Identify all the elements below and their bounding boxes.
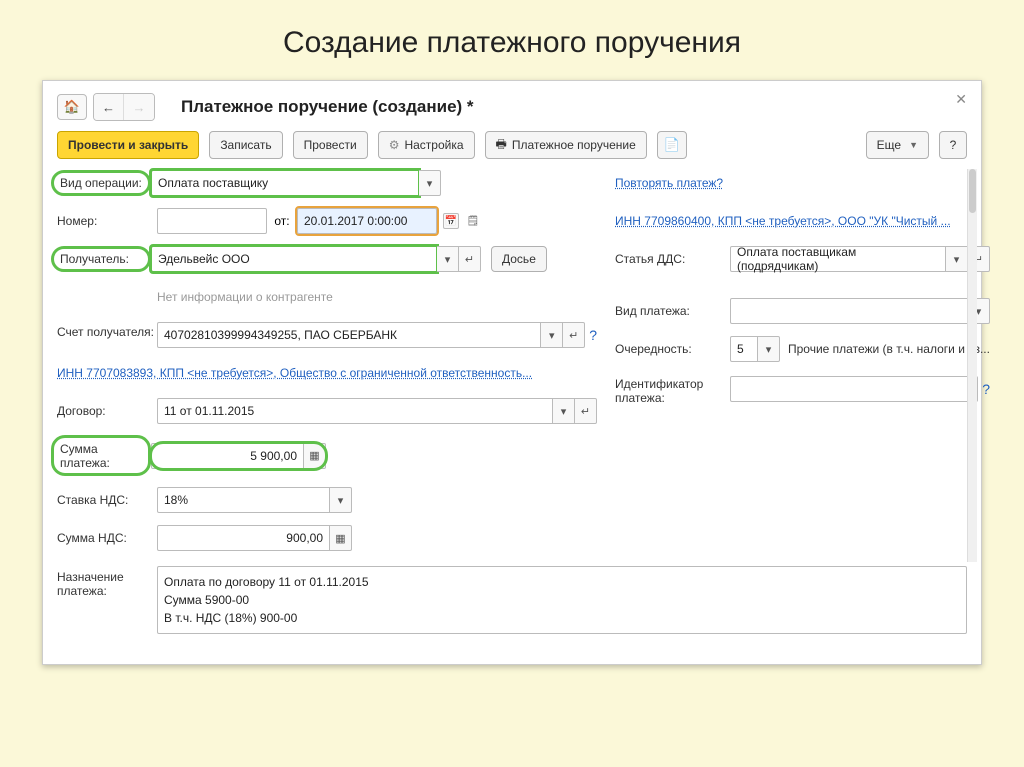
- contract-dropdown[interactable]: ▾: [553, 398, 575, 424]
- post-and-close-button[interactable]: Провести и закрыть: [57, 131, 199, 159]
- payment-id-input[interactable]: [730, 376, 978, 402]
- recipient-open[interactable]: ↵: [459, 246, 481, 272]
- page-heading: Создание платежного поручения: [0, 0, 1024, 80]
- toolbar: Провести и закрыть Записать Провести ⚙ Н…: [57, 131, 967, 159]
- purpose-textarea[interactable]: Оплата по договору 11 от 01.11.2015 Сумм…: [157, 566, 967, 634]
- more-label: Еще: [877, 138, 901, 152]
- priority-label: Очередность:: [615, 342, 730, 356]
- help-button[interactable]: ?: [939, 131, 967, 159]
- recipient-input[interactable]: Эдельвейс ООО: [151, 246, 437, 272]
- nav-history-group: ← →: [93, 93, 155, 121]
- recipient-account-label: Счет получателя:: [57, 321, 157, 339]
- calendar-icon[interactable]: 📅: [443, 213, 459, 229]
- recipient-account-dropdown[interactable]: ▾: [541, 322, 563, 348]
- more-button[interactable]: Еще ▼: [866, 131, 929, 159]
- scrollbar-thumb[interactable]: [969, 169, 976, 213]
- recipient-label: Получатель:: [51, 246, 151, 272]
- app-window: ✕ 🏠 ← → Платежное поручение (создание) *…: [42, 80, 982, 665]
- purpose-line-2: Сумма 5900-00: [164, 591, 960, 609]
- forward-button[interactable]: →: [124, 94, 154, 120]
- inn-link[interactable]: ИНН 7709860400, КПП <не требуется>, ООО …: [615, 214, 951, 228]
- recipient-account-open[interactable]: ↵: [563, 322, 585, 348]
- amount-input[interactable]: 5 900,00: [151, 443, 304, 469]
- date-input[interactable]: 20.01.2017 0:00:00: [297, 208, 437, 234]
- scrollbar-track[interactable]: [967, 169, 977, 562]
- nav-bar: 🏠 ← → Платежное поручение (создание) *: [57, 93, 967, 121]
- priority-input[interactable]: 5: [730, 336, 758, 362]
- recipient-account-help[interactable]: ?: [589, 327, 597, 343]
- priority-description: Прочие платежи (в т.ч. налоги и вз...: [788, 342, 990, 356]
- number-input[interactable]: [157, 208, 267, 234]
- op-type-dropdown[interactable]: ▾: [419, 170, 441, 196]
- right-column: Повторять платеж? ИНН 7709860400, КПП <н…: [615, 169, 990, 562]
- close-icon[interactable]: ✕: [955, 91, 967, 108]
- contract-input[interactable]: 11 от 01.11.2015: [157, 398, 553, 424]
- settings-label: Настройка: [404, 138, 463, 152]
- window-title: Платежное поручение (создание) *: [181, 97, 474, 117]
- contract-open[interactable]: ↵: [575, 398, 597, 424]
- contract-label: Договор:: [57, 404, 157, 418]
- from-label: от:: [267, 214, 297, 228]
- recipient-account-input[interactable]: 40702810399994349255, ПАО СБЕРБАНК: [157, 322, 541, 348]
- vat-rate-input[interactable]: 18%: [157, 487, 330, 513]
- attach-button[interactable]: 📄: [657, 131, 687, 159]
- save-button[interactable]: Записать: [209, 131, 282, 159]
- print-icon: 🖶: [496, 135, 507, 156]
- purpose-label: Назначение платежа:: [57, 566, 157, 598]
- dds-input[interactable]: Оплата поставщикам (подрядчикам): [730, 246, 946, 272]
- back-button[interactable]: ←: [94, 94, 124, 120]
- repeat-payment-link[interactable]: Повторять платеж?: [615, 176, 723, 190]
- no-counterparty-info: Нет информации о контрагенте: [157, 290, 333, 304]
- form-area: Вид операции: Оплата поставщику ▾ Номер:…: [57, 169, 967, 562]
- amount-calc[interactable]: ▦: [304, 443, 326, 469]
- payment-order-label: Платежное поручение: [512, 138, 636, 152]
- payment-id-help[interactable]: ?: [982, 381, 990, 397]
- vat-rate-label: Ставка НДС:: [57, 493, 157, 507]
- paytype-label: Вид платежа:: [615, 304, 730, 318]
- number-label: Номер:: [57, 214, 157, 228]
- payment-id-label: Идентификатор платежа:: [615, 373, 730, 405]
- priority-dropdown[interactable]: ▾: [758, 336, 780, 362]
- settings-button[interactable]: ⚙ Настройка: [378, 131, 475, 159]
- amount-label: Сумма платежа:: [51, 435, 151, 476]
- left-column: Вид операции: Оплата поставщику ▾ Номер:…: [57, 169, 597, 562]
- org-link[interactable]: ИНН 7707083893, КПП <не требуется>, Обще…: [57, 366, 532, 380]
- op-type-input[interactable]: Оплата поставщику: [151, 170, 419, 196]
- payment-order-button[interactable]: 🖶 Платежное поручение: [485, 131, 647, 159]
- purpose-line-3: В т.ч. НДС (18%) 900-00: [164, 609, 960, 627]
- paytype-input[interactable]: [730, 298, 968, 324]
- dds-label: Статья ДДС:: [615, 252, 730, 266]
- vat-rate-dropdown[interactable]: ▾: [330, 487, 352, 513]
- recipient-dropdown[interactable]: ▾: [437, 246, 459, 272]
- home-button[interactable]: 🏠: [57, 94, 87, 120]
- vat-amount-label: Сумма НДС:: [57, 531, 157, 545]
- op-type-label: Вид операции:: [51, 170, 151, 196]
- doc-icon[interactable]: 🗒: [465, 213, 481, 229]
- vat-amount-input[interactable]: 900,00: [157, 525, 330, 551]
- post-button[interactable]: Провести: [293, 131, 368, 159]
- chevron-down-icon: ▼: [909, 140, 918, 150]
- dossier-button[interactable]: Досье: [491, 246, 547, 272]
- vat-amount-calc[interactable]: ▦: [330, 525, 352, 551]
- dds-dropdown[interactable]: ▾: [946, 246, 968, 272]
- gear-icon: ⚙: [389, 138, 400, 152]
- purpose-line-1: Оплата по договору 11 от 01.11.2015: [164, 573, 960, 591]
